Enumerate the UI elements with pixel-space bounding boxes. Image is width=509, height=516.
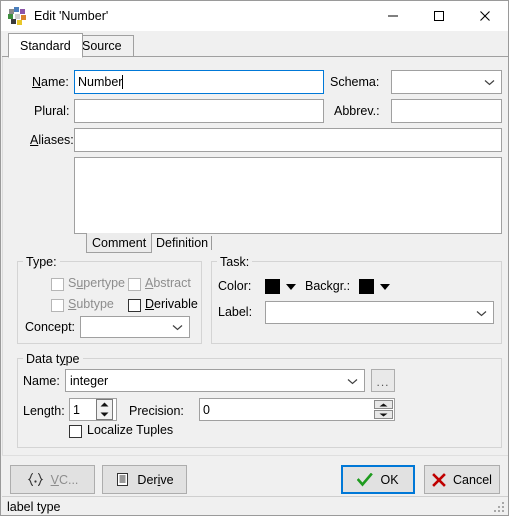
chevron-down-icon — [476, 306, 487, 320]
derive-button[interactable]: Derive — [102, 465, 187, 494]
precision-input[interactable]: 0 — [199, 398, 395, 421]
datatype-browse-label: ... — [376, 375, 390, 389]
background-dropdown-arrow[interactable] — [380, 284, 390, 290]
precision-stepper-down[interactable] — [374, 410, 393, 419]
maximize-button[interactable] — [416, 1, 462, 31]
plural-input[interactable] — [74, 99, 324, 123]
ok-button[interactable]: OK — [341, 465, 415, 494]
tab-comment[interactable]: Comment — [86, 233, 153, 253]
datatype-name-value: integer — [70, 373, 109, 388]
checkbox-supertype — [51, 278, 64, 291]
tab-definition-label: Definition — [156, 236, 209, 250]
cancel-button-label: Cancel — [453, 472, 492, 487]
chevron-down-icon — [484, 75, 495, 89]
cancel-button[interactable]: Cancel — [424, 465, 500, 494]
checkbox-abstract — [128, 278, 141, 291]
length-stepper-down[interactable] — [97, 410, 112, 420]
title-bar: Edit 'Number' — [1, 1, 508, 31]
caret-down-icon — [100, 412, 109, 417]
checkbox-localize-tuples[interactable] — [69, 425, 82, 438]
ok-button-label: OK — [380, 472, 399, 487]
task-groupbox-title: Task: — [217, 255, 253, 269]
precision-stepper[interactable] — [374, 400, 393, 419]
chevron-down-icon — [347, 374, 358, 388]
checkbox-localize-tuples-label: Localize Tuples — [87, 423, 174, 437]
length-stepper[interactable] — [96, 399, 113, 420]
task-label-label: Label: — [218, 305, 253, 319]
checkbox-subtype-label: Subtype — [68, 297, 114, 311]
checkbox-abstract-label: Abstract — [145, 276, 191, 290]
abbrev-label: Abbrev.: — [334, 104, 380, 118]
precision-stepper-up[interactable] — [374, 400, 393, 409]
background-label: Backgr.: — [305, 279, 351, 293]
status-bar: label type — [2, 496, 508, 515]
vc-button-label: VC... — [50, 472, 79, 487]
name-input[interactable]: Number — [74, 70, 324, 94]
edit-number-dialog: Edit 'Number' Standard Source Name: Numb… — [0, 0, 509, 516]
braces-icon — [27, 472, 44, 487]
precision-label: Precision: — [129, 404, 184, 418]
datatype-name-combobox[interactable]: integer — [65, 369, 365, 392]
tab-standard-label: Standard — [20, 38, 71, 53]
checkbox-subtype — [51, 299, 64, 312]
color-label: Color: — [218, 279, 252, 293]
name-input-value: Number — [78, 75, 123, 89]
aliases-input[interactable] — [74, 128, 502, 152]
checkbox-derivable-label: Derivable — [145, 297, 198, 311]
window-controls — [370, 1, 508, 31]
status-bar-text: label type — [7, 499, 61, 514]
derive-button-label: Derive — [137, 472, 174, 487]
checkbox-derivable[interactable] — [128, 299, 141, 312]
length-stepper-up[interactable] — [97, 400, 112, 410]
subtab-divider — [211, 236, 212, 250]
plural-label: Plural: — [34, 104, 70, 118]
tab-comment-label: Comment — [92, 235, 147, 250]
datatype-name-label: Name: — [23, 374, 60, 388]
flower-dots-icon — [8, 7, 26, 25]
datatype-groupbox-title: Data type — [23, 352, 83, 366]
checkbox-supertype-label: Supertype — [68, 276, 125, 290]
color-dropdown-arrow[interactable] — [286, 284, 296, 290]
datatype-browse-button[interactable]: ... — [371, 369, 395, 392]
caret-down-icon — [379, 413, 388, 416]
abbrev-input[interactable] — [391, 99, 502, 123]
color-swatch[interactable] — [265, 279, 280, 294]
dialog-button-bar: VC... Derive OK Cancel — [2, 455, 508, 497]
minimize-icon — [388, 15, 398, 17]
background-swatch[interactable] — [359, 279, 374, 294]
close-icon — [480, 11, 490, 21]
text-caret — [122, 75, 124, 89]
list-document-icon — [115, 472, 130, 487]
tab-standard[interactable]: Standard — [8, 33, 83, 58]
tab-definition[interactable]: Definition — [151, 233, 213, 253]
notes-textarea[interactable] — [74, 157, 502, 234]
red-x-icon — [432, 472, 446, 487]
concept-combobox[interactable] — [80, 316, 190, 338]
length-label: Length: — [23, 404, 65, 418]
green-check-icon — [357, 472, 374, 487]
concept-label: Concept: — [25, 320, 76, 334]
close-button[interactable] — [462, 1, 508, 31]
schema-combobox[interactable] — [391, 70, 502, 94]
length-input-value: 1 — [73, 402, 80, 417]
caret-up-icon — [379, 403, 388, 406]
name-label: Name: — [32, 75, 69, 89]
resize-grip[interactable] — [494, 502, 505, 513]
type-groupbox-title: Type: — [23, 255, 60, 269]
window-title: Edit 'Number' — [34, 9, 109, 23]
task-label-combobox[interactable] — [265, 301, 494, 324]
standard-tab-panel: Name: Number Schema: Plural: Abbrev.: Al… — [2, 57, 508, 455]
precision-input-value: 0 — [203, 402, 210, 417]
caret-up-icon — [100, 402, 109, 407]
chevron-down-icon — [172, 320, 183, 334]
schema-label: Schema: — [330, 75, 380, 89]
aliases-label: Aliases: — [30, 133, 74, 147]
maximize-icon — [434, 11, 444, 21]
vc-button[interactable]: VC... — [10, 465, 95, 494]
minimize-button[interactable] — [370, 1, 416, 31]
tab-source-label: Source — [82, 39, 122, 53]
main-tab-strip: Standard Source — [2, 31, 508, 58]
